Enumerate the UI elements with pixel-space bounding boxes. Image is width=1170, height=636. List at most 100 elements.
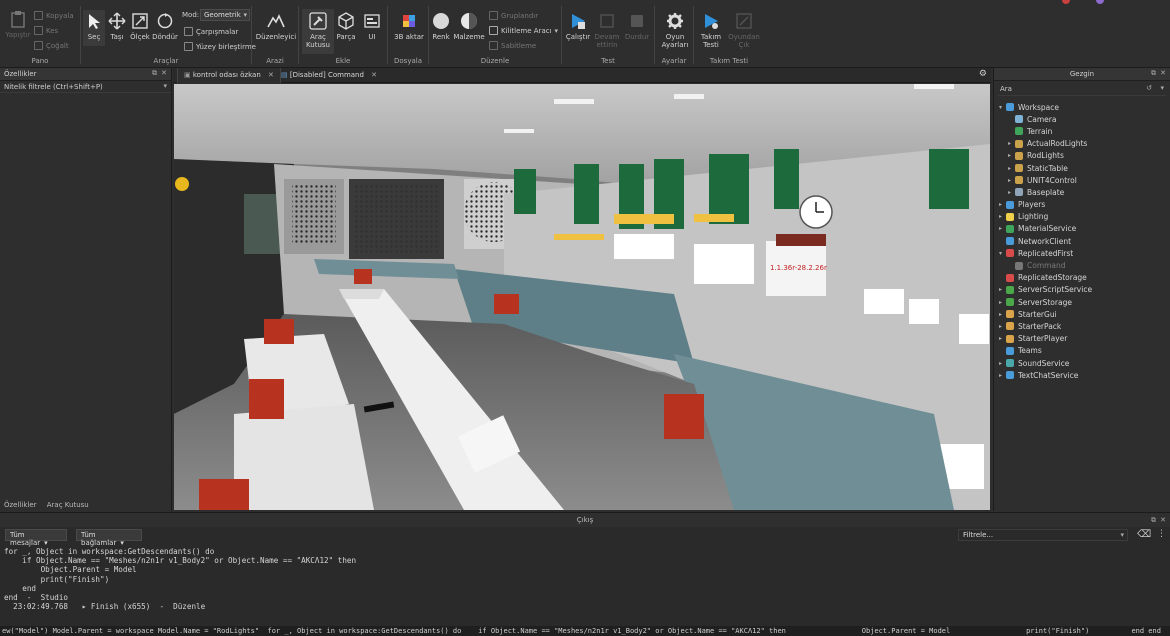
explorer-item-replicatedfirst[interactable]: ▾ ReplicatedFirst <box>994 247 1170 259</box>
scale-button[interactable]: Ölçek <box>128 12 152 41</box>
expand-arrow-icon[interactable]: ▸ <box>997 213 1004 220</box>
explorer-item-teams[interactable]: Teams <box>994 345 1170 357</box>
explorer-item-serverstorage[interactable]: ▸ ServerStorage <box>994 296 1170 308</box>
undock-icon[interactable]: ⧉ <box>152 69 157 78</box>
explorer-item-camera[interactable]: Camera <box>994 113 1170 125</box>
move-button[interactable]: Taşı <box>106 12 128 41</box>
gear-icon <box>666 12 684 30</box>
explorer-item-networkclient[interactable]: NetworkClient <box>994 235 1170 247</box>
resume-button[interactable]: Devam ettirin <box>593 12 621 49</box>
copy-button[interactable]: Kopyala <box>34 11 74 20</box>
control-room-scene: 1.1.36r-28.2.26r <box>174 84 990 510</box>
explorer-item-unit4control[interactable]: ▸ UNIT4Control <box>994 174 1170 186</box>
explorer-item-workspace[interactable]: ▾ Workspace <box>994 101 1170 113</box>
actualrodlights-icon <box>1015 139 1023 148</box>
properties-filter-input[interactable]: Nitelik filtrele (Ctrl+Shift+P) ▾ <box>0 81 171 93</box>
expand-arrow-icon[interactable]: ▸ <box>1006 177 1013 184</box>
expand-arrow-icon[interactable]: ▸ <box>997 286 1004 293</box>
exit-game-button[interactable]: Oyundan Çık <box>728 12 760 49</box>
close-icon[interactable]: ✕ <box>268 71 274 79</box>
output-log: for _, Object in workspace:GetDescendant… <box>4 547 356 611</box>
play-button[interactable]: Çalıştır <box>564 12 592 41</box>
close-icon[interactable]: ✕ <box>1160 69 1166 77</box>
select-button[interactable]: Seç <box>83 10 105 46</box>
output-filter-input[interactable]: Filtrele... ▾ <box>958 529 1128 541</box>
expand-arrow-icon[interactable]: ▸ <box>1006 140 1013 147</box>
expand-arrow-icon[interactable]: ▸ <box>997 225 1004 232</box>
expand-arrow-icon[interactable]: ▸ <box>997 360 1004 367</box>
mode-dropdown[interactable]: Geometrik <box>200 9 250 21</box>
undock-icon[interactable]: ⧉ <box>1151 69 1156 78</box>
expand-arrow-icon[interactable]: ▾ <box>997 104 1004 111</box>
group-button[interactable]: Gruplandır <box>489 11 538 20</box>
expand-arrow-icon[interactable]: ▸ <box>997 335 1004 342</box>
explorer-item-textchatservice[interactable]: ▸ TextChatService <box>994 369 1170 381</box>
team-test-button[interactable]: Takım Testi <box>696 12 726 49</box>
explorer-item-players[interactable]: ▸ Players <box>994 199 1170 211</box>
explorer-item-startergui[interactable]: ▸ StarterGui <box>994 308 1170 320</box>
gear-icon[interactable]: ⚙ <box>979 69 987 79</box>
undock-icon[interactable]: ⧉ <box>1151 516 1156 525</box>
rotate-button[interactable]: Döndür <box>152 12 178 41</box>
color-circle-icon <box>432 12 450 30</box>
collisions-toggle[interactable]: Çarpışmalar <box>184 27 238 36</box>
players-icon <box>1006 200 1014 209</box>
more-icon[interactable]: ⋮ <box>1157 529 1166 539</box>
tab-command-script[interactable]: ▤ [Disabled] Command ✕ <box>275 68 383 83</box>
surface-join-toggle[interactable]: Yüzey birleştirme <box>184 42 256 51</box>
terrain-mountain-icon <box>267 12 285 30</box>
duplicate-button[interactable]: Çoğalt <box>34 41 69 50</box>
expand-arrow-icon[interactable]: ▸ <box>1006 189 1013 196</box>
paste-button[interactable]: Yapıştır <box>5 10 31 39</box>
explorer-item-starterpack[interactable]: ▸ StarterPack <box>994 320 1170 332</box>
anchor-button[interactable]: Sabitleme <box>489 41 536 50</box>
explorer-item-actualrodlights[interactable]: ▸ ActualRodLights <box>994 138 1170 150</box>
expand-arrow-icon[interactable]: ▸ <box>997 311 1004 318</box>
material-button[interactable]: Malzeme <box>453 12 485 41</box>
3d-viewport[interactable]: 1.1.36r-28.2.26r <box>174 84 990 510</box>
tab-toolbox[interactable]: Araç Kutusu <box>47 501 89 509</box>
lock-tool-button[interactable]: Kilitleme Aracı ▾ <box>489 26 558 35</box>
explorer-search-input[interactable]: Ara ↺ ▾ <box>998 84 1166 96</box>
game-settings-button[interactable]: Oyun Ayarları <box>658 12 692 49</box>
terrain-editor-button[interactable]: Düzenleyici <box>255 12 297 41</box>
tab-properties[interactable]: Özellikler <box>4 501 37 509</box>
explorer-item-baseplate[interactable]: ▸ Baseplate <box>994 186 1170 198</box>
chevron-down-icon[interactable]: ▾ <box>163 82 167 90</box>
close-icon[interactable]: ✕ <box>1160 516 1166 524</box>
explorer-item-lighting[interactable]: ▸ Lighting <box>994 211 1170 223</box>
contexts-filter-dropdown[interactable]: Tüm bağlamlar ▾ <box>76 529 142 547</box>
expand-arrow-icon[interactable]: ▸ <box>997 323 1004 330</box>
explorer-item-materialservice[interactable]: ▸ MaterialService <box>994 223 1170 235</box>
expand-arrow-icon[interactable]: ▸ <box>1006 165 1013 172</box>
insert-group: Araç Kutusu Parça UI Ekle <box>299 0 387 68</box>
expand-arrow-icon[interactable]: ▸ <box>997 201 1004 208</box>
explorer-item-replicatedstorage[interactable]: ReplicatedStorage <box>994 272 1170 284</box>
command-bar-input[interactable]: ew("Model") Model.Parent = workspace Mod… <box>0 626 1170 636</box>
close-icon[interactable]: ✕ <box>161 69 167 77</box>
explorer-item-starterplayer[interactable]: ▸ StarterPlayer <box>994 333 1170 345</box>
explorer-item-rodlights[interactable]: ▸ RodLights <box>994 150 1170 162</box>
ui-button[interactable]: UI <box>361 12 383 41</box>
explorer-item-soundservice[interactable]: ▸ SoundService <box>994 357 1170 369</box>
expand-arrow-icon[interactable]: ▾ <box>997 250 1004 257</box>
explorer-item-statictable[interactable]: ▸ StaticTable <box>994 162 1170 174</box>
stop-button[interactable]: Durdur <box>623 12 651 41</box>
close-icon[interactable]: ✕ <box>371 71 377 79</box>
clear-output-icon[interactable]: ⌫ <box>1137 529 1151 540</box>
history-icon[interactable]: ↺ <box>1146 84 1152 92</box>
tab-kontrol-odasi[interactable]: ▣ kontrol odası özkan ✕ <box>177 68 281 83</box>
messages-filter-dropdown[interactable]: Tüm mesajlar ▾ <box>5 529 67 547</box>
explorer-item-serverscriptservice[interactable]: ▸ ServerScriptService <box>994 284 1170 296</box>
cut-button[interactable]: Kes <box>34 26 58 35</box>
import-3d-button[interactable]: 3B aktar <box>392 12 426 41</box>
part-button[interactable]: Parça <box>335 12 357 41</box>
explorer-item-terrain[interactable]: Terrain <box>994 125 1170 137</box>
expand-arrow-icon[interactable]: ▸ <box>997 299 1004 306</box>
expand-arrow-icon[interactable]: ▸ <box>997 372 1004 379</box>
chevron-down-icon[interactable]: ▾ <box>1160 84 1164 92</box>
toolbox-button[interactable]: Araç Kutusu <box>302 9 334 54</box>
expand-arrow-icon[interactable]: ▸ <box>1006 152 1013 159</box>
color-button[interactable]: Renk <box>429 12 453 41</box>
explorer-item-command[interactable]: Command <box>994 259 1170 271</box>
